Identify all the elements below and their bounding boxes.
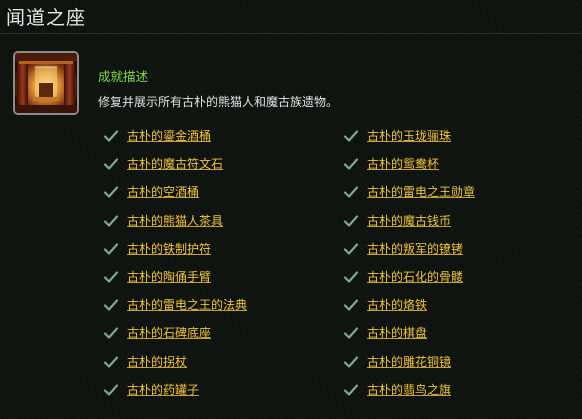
page-title: 闻道之座 xyxy=(6,7,87,29)
criteria-item: 古朴的雕花铜镜 xyxy=(343,350,451,372)
criteria-item: 古朴的烙铁 xyxy=(343,293,427,315)
criteria-item: 古朴的鸳鸯杯 xyxy=(343,152,439,174)
checkmark-icon xyxy=(103,213,119,227)
criteria-link[interactable]: 古朴的鸳鸯杯 xyxy=(367,155,439,172)
checkmark-icon xyxy=(343,213,359,227)
checkmark-icon xyxy=(343,382,359,396)
criteria-item: 古朴的药罐子 xyxy=(103,378,199,400)
criteria-item: 古朴的玉珑骊珠 xyxy=(343,124,451,146)
criteria-item: 古朴的魔古符文石 xyxy=(103,152,223,174)
description-text: 修复并展示所有古朴的熊猫人和魔古族遗物。 xyxy=(98,95,339,109)
criteria-item: 古朴的雷电之王的法典 xyxy=(103,293,247,315)
checkmark-icon xyxy=(103,241,119,255)
criteria-link[interactable]: 古朴的石化的骨髅 xyxy=(367,268,463,285)
criteria-item: 古朴的空酒桶 xyxy=(103,180,199,202)
criteria-item: 古朴的鎏金酒桶 xyxy=(103,124,211,146)
criteria-link[interactable]: 古朴的叛军的镣铐 xyxy=(367,240,463,257)
criteria-link[interactable]: 古朴的雷电之王的法典 xyxy=(127,296,247,313)
criteria-link[interactable]: 古朴的雕花铜镜 xyxy=(367,353,451,370)
checkmark-icon xyxy=(103,325,119,339)
criteria-link[interactable]: 古朴的拐杖 xyxy=(127,353,187,370)
checkmark-icon xyxy=(103,354,119,368)
checkmark-icon xyxy=(343,128,359,142)
criteria-item: 古朴的棋盘 xyxy=(343,321,427,343)
criteria-item: 古朴的翡鸟之旗 xyxy=(343,378,451,400)
checkmark-icon xyxy=(343,354,359,368)
checkmark-icon xyxy=(343,325,359,339)
criteria-link[interactable]: 古朴的烙铁 xyxy=(367,296,427,313)
criteria-item: 古朴的石碑底座 xyxy=(103,321,211,343)
criteria-link[interactable]: 古朴的铁制护符 xyxy=(127,240,211,257)
criteria-link[interactable]: 古朴的玉珑骊珠 xyxy=(367,127,451,144)
criteria-link[interactable]: 古朴的鎏金酒桶 xyxy=(127,127,211,144)
criteria-link[interactable]: 古朴的翡鸟之旗 xyxy=(367,381,451,398)
criteria-item: 古朴的铁制护符 xyxy=(103,237,211,259)
criteria-link[interactable]: 古朴的魔古钱币 xyxy=(367,212,451,229)
checkmark-icon xyxy=(103,297,119,311)
criteria-link[interactable]: 古朴的药罐子 xyxy=(127,381,199,398)
criteria-item: 古朴的拐杖 xyxy=(103,350,187,372)
criteria-item: 古朴的魔古钱币 xyxy=(343,209,451,231)
criteria-item: 古朴的雷电之王勋章 xyxy=(343,180,475,202)
checkmark-icon xyxy=(103,269,119,283)
description-heading: 成就描述 xyxy=(98,69,149,84)
criteria-item: 古朴的叛军的镣铐 xyxy=(343,237,463,259)
page-header: 闻道之座 xyxy=(0,0,582,34)
criteria-link[interactable]: 古朴的魔古符文石 xyxy=(127,155,223,172)
checkmark-icon xyxy=(343,269,359,283)
criteria-item: 古朴的熊猫人茶具 xyxy=(103,209,223,231)
criteria-link[interactable]: 古朴的石碑底座 xyxy=(127,324,211,341)
checkmark-icon xyxy=(343,184,359,198)
checkmark-icon xyxy=(343,297,359,311)
checkmark-icon xyxy=(343,156,359,170)
checkmark-icon xyxy=(103,184,119,198)
criteria-link[interactable]: 古朴的熊猫人茶具 xyxy=(127,212,223,229)
criteria-item: 古朴的陶俑手臂 xyxy=(103,265,211,287)
criteria-link[interactable]: 古朴的棋盘 xyxy=(367,324,427,341)
achievement-icon xyxy=(13,51,79,115)
checkmark-icon xyxy=(103,382,119,396)
criteria-link[interactable]: 古朴的陶俑手臂 xyxy=(127,268,211,285)
checkmark-icon xyxy=(103,156,119,170)
criteria-link[interactable]: 古朴的雷电之王勋章 xyxy=(367,183,475,200)
checkmark-icon xyxy=(103,128,119,142)
criteria-link[interactable]: 古朴的空酒桶 xyxy=(127,183,199,200)
checkmark-icon xyxy=(343,241,359,255)
criteria-item: 古朴的石化的骨髅 xyxy=(343,265,463,287)
